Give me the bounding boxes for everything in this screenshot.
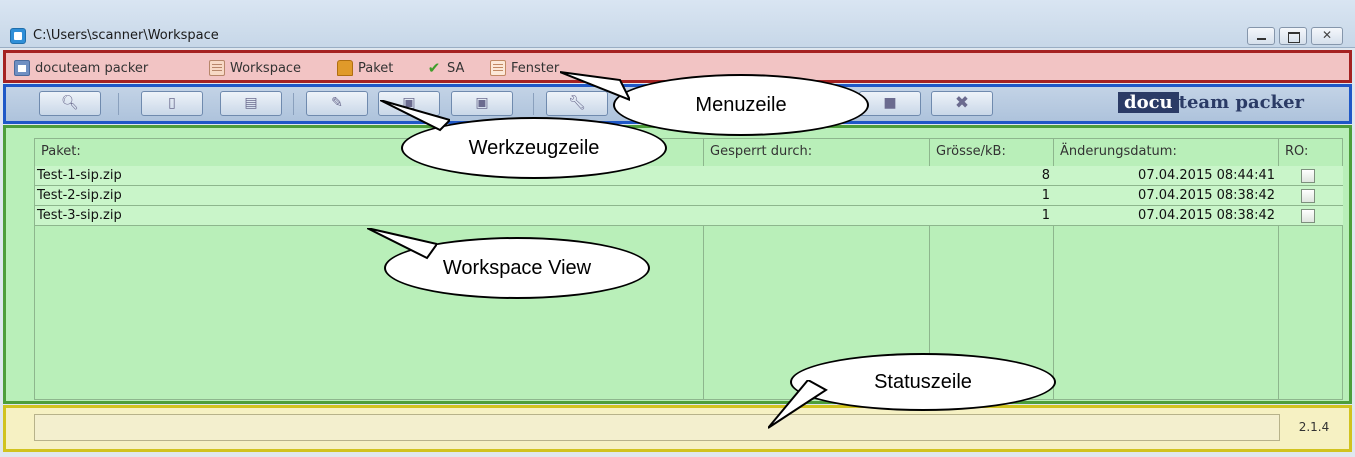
open-document-icon: ▤ — [244, 95, 258, 111]
ro-checkbox[interactable] — [1301, 209, 1315, 223]
status-bar: 2.1.4 — [3, 405, 1352, 452]
workspace-view: Paket: Gesperrt durch: Grösse/kB: Änderu… — [3, 125, 1352, 404]
close-button[interactable] — [1311, 27, 1343, 45]
menu-item-paket[interactable]: Paket — [337, 58, 393, 78]
table-row[interactable]: Test-3-sip.zip 1 07.04.2015 08:38:42 — [35, 206, 1343, 226]
toolbar-separator — [533, 93, 534, 115]
callout-workspace-view-label: Workspace View — [442, 257, 592, 279]
copy-icon: ■ — [883, 95, 897, 111]
header-locked-by[interactable]: Gesperrt durch: — [704, 139, 812, 165]
edit-button[interactable]: ✎ — [306, 91, 368, 116]
callout-tail — [560, 71, 630, 102]
menu-item-fenster[interactable]: Fenster — [490, 58, 559, 78]
cell-paket: Test-1-sip.zip — [37, 168, 122, 183]
header-modified[interactable]: Änderungsdatum: — [1054, 139, 1177, 165]
version-label: 2.1.4 — [1298, 420, 1330, 434]
window-list-icon — [490, 60, 506, 76]
window-title: C:\Users\scanner\Workspace — [33, 28, 219, 43]
toolbar-separator — [293, 93, 294, 115]
cell-size: 1 — [1041, 188, 1050, 203]
maximize-button[interactable] — [1279, 27, 1307, 45]
menu-item-docuteam-packer[interactable]: docuteam packer — [14, 58, 148, 78]
packer-icon — [14, 60, 30, 76]
cell-size: 1 — [1041, 208, 1050, 223]
app-icon — [10, 28, 26, 44]
callout-statuszeile-label: Statuszeile — [874, 371, 972, 393]
menu-item-label: SA — [447, 60, 465, 76]
cell-modified: 07.04.2015 08:38:42 — [1138, 208, 1275, 223]
search-icon: 🔍︎ — [61, 95, 79, 111]
header-size[interactable]: Grösse/kB: — [930, 139, 1006, 165]
workspace-icon — [209, 60, 225, 76]
menu-item-sa[interactable]: ✔ SA — [426, 58, 465, 78]
minimize-button[interactable] — [1247, 27, 1275, 45]
callout-tail — [768, 380, 828, 429]
callout-menuzeile: Menuzeile — [613, 74, 869, 136]
edit-icon: ✎ — [331, 95, 343, 111]
brand-logo: docu team packer — [1118, 92, 1304, 116]
menu-item-workspace[interactable]: Workspace — [209, 58, 301, 78]
search-button[interactable]: 🔍︎ — [39, 91, 101, 116]
menu-item-label: docuteam packer — [35, 60, 149, 76]
delete-icon: ✖ — [954, 93, 970, 113]
new-document-icon: ▯ — [168, 95, 176, 111]
application-window: C:\Users\scanner\Workspace docuteam pack… — [0, 0, 1355, 457]
cell-paket: Test-3-sip.zip — [37, 208, 122, 223]
cell-paket: Test-2-sip.zip — [37, 188, 122, 203]
cell-modified: 07.04.2015 08:38:42 — [1138, 188, 1275, 203]
ro-checkbox[interactable] — [1301, 169, 1315, 183]
callout-tail — [367, 228, 437, 260]
callout-statuszeile: Statuszeile — [790, 353, 1056, 411]
callout-werkzeugzeile-label: Werkzeugzeile — [468, 137, 600, 159]
menu-item-label: Fenster — [511, 60, 560, 76]
table-row[interactable]: Test-1-sip.zip 8 07.04.2015 08:44:41 — [35, 166, 1343, 186]
package-table: Paket: Gesperrt durch: Grösse/kB: Änderu… — [34, 138, 1343, 400]
ro-checkbox[interactable] — [1301, 189, 1315, 203]
new-button[interactable]: ▯ — [141, 91, 203, 116]
brand-logo-rest: team packer — [1178, 92, 1304, 113]
toolbar-separator — [118, 93, 119, 115]
header-paket[interactable]: Paket: — [35, 139, 81, 165]
cell-size: 8 — [1041, 168, 1050, 183]
brand-logo-docu: docu — [1118, 92, 1179, 113]
package-button[interactable]: ▣ — [451, 91, 513, 116]
status-text — [34, 414, 1280, 441]
package-icon — [337, 60, 353, 76]
title-bar: C:\Users\scanner\Workspace — [0, 0, 1355, 48]
checkmark-icon: ✔ — [427, 59, 441, 77]
header-ro[interactable]: RO: — [1279, 139, 1308, 165]
callout-tail — [380, 100, 450, 132]
callout-menuzeile-label: Menuzeile — [695, 94, 787, 116]
open-button[interactable]: ▤ — [220, 91, 282, 116]
menu-item-label: Workspace — [230, 60, 302, 76]
table-row[interactable]: Test-2-sip.zip 1 07.04.2015 08:38:42 — [35, 186, 1343, 206]
cell-modified: 07.04.2015 08:44:41 — [1138, 168, 1275, 183]
delete-button[interactable]: ✖ — [931, 91, 993, 116]
package-icon: ▣ — [475, 95, 489, 111]
menu-item-label: Paket — [358, 60, 394, 76]
